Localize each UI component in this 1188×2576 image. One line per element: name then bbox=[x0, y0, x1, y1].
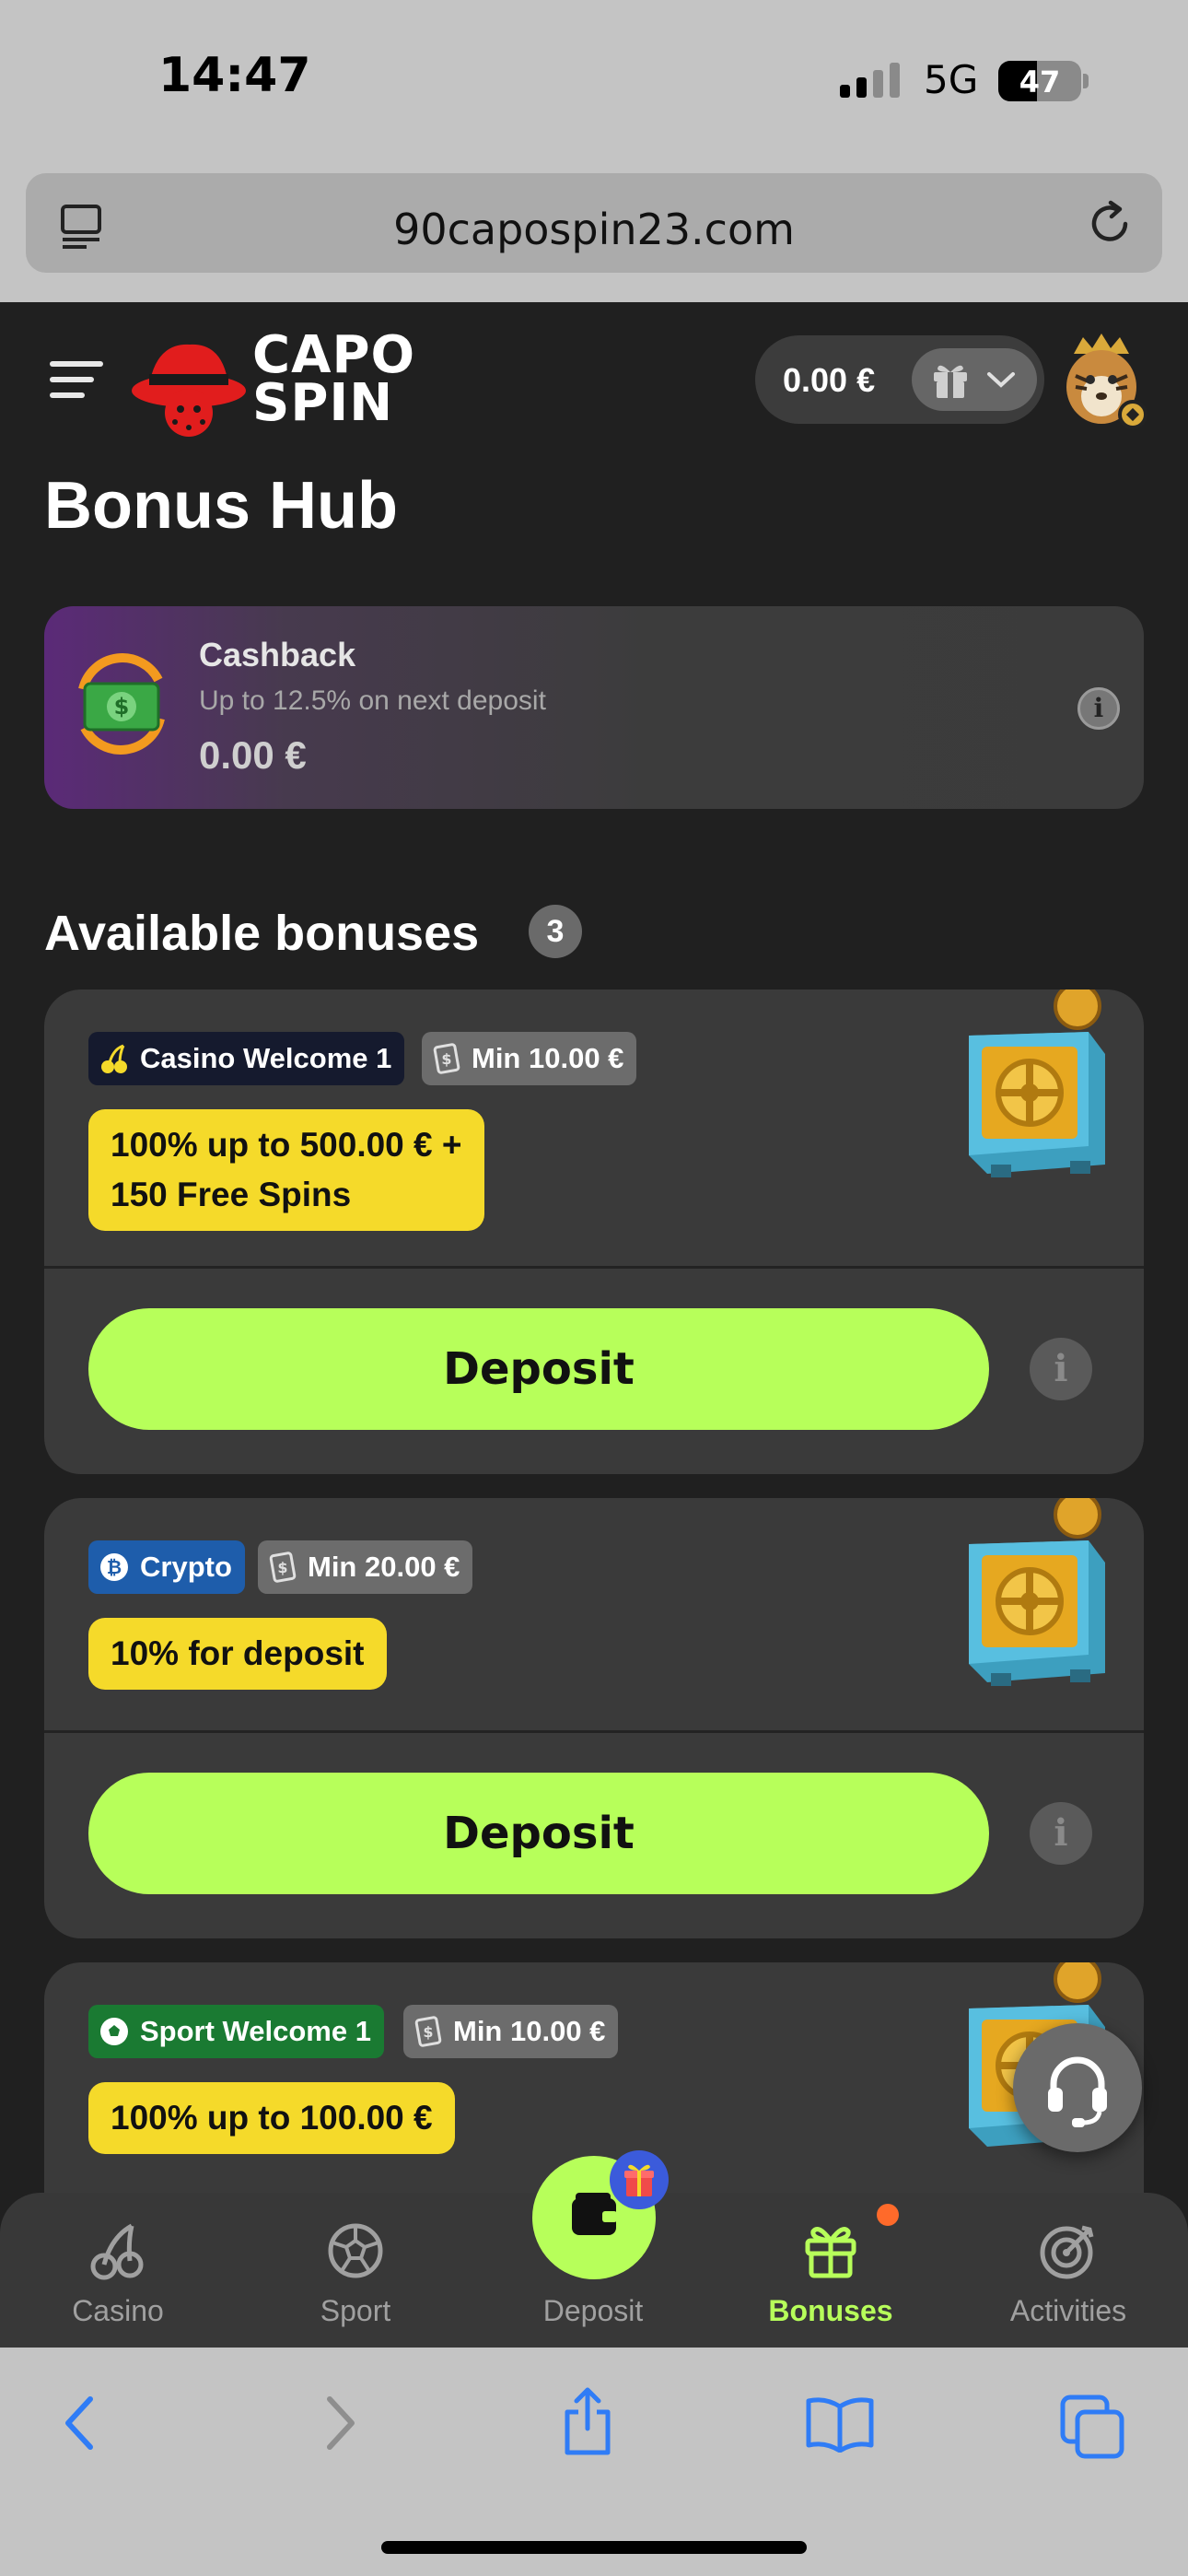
bonuses-notification-dot bbox=[877, 2204, 899, 2226]
bonus-offer: 10% for deposit bbox=[88, 1618, 387, 1690]
page-title: Bonus Hub bbox=[44, 469, 398, 543]
hamburger-menu-icon[interactable] bbox=[50, 361, 103, 408]
cherry-icon bbox=[90, 2223, 144, 2280]
user-avatar[interactable] bbox=[1055, 330, 1147, 431]
bonus-card-casino-welcome: Casino Welcome 1 $ Min 10.00 € 100% up t… bbox=[44, 989, 1144, 1474]
cherry-icon bbox=[98, 1042, 131, 1075]
min-deposit-tag: $ Min 20.00 € bbox=[258, 1540, 473, 1594]
cashback-money-icon: $ bbox=[78, 653, 165, 755]
battery-cap bbox=[1083, 74, 1089, 88]
nav-label: Casino bbox=[72, 2294, 164, 2327]
min-deposit-tag: $ Min 10.00 € bbox=[422, 1032, 637, 1085]
bookmarks-icon[interactable] bbox=[803, 2394, 877, 2453]
bonus-offer-line1: 100% up to 100.00 € bbox=[111, 2099, 433, 2137]
money-icon: $ bbox=[267, 1551, 298, 1584]
app-header: CAPO SPIN 0.00 € bbox=[0, 302, 1188, 459]
svg-text:$: $ bbox=[277, 1559, 287, 1576]
bonus-category-tag: Sport Welcome 1 bbox=[88, 2005, 384, 2058]
tiger-avatar-icon bbox=[1066, 334, 1147, 429]
nav-label: Activities bbox=[1009, 2294, 1127, 2327]
target-icon bbox=[1040, 2225, 1094, 2279]
money-icon: $ bbox=[413, 2015, 444, 2048]
bonus-dropdown-button[interactable] bbox=[912, 348, 1037, 411]
bitcoin-icon: ₿ bbox=[98, 1551, 131, 1584]
treasure-safe-icon bbox=[969, 1498, 1105, 1686]
nav-item-bonuses[interactable]: Bonuses bbox=[729, 2219, 932, 2328]
support-chat-button[interactable] bbox=[1013, 2023, 1142, 2152]
bonus-category-tag: ₿ Crypto bbox=[88, 1540, 245, 1594]
gift-box-badge bbox=[610, 2150, 669, 2209]
deposit-button[interactable]: Deposit bbox=[88, 1308, 989, 1430]
cashback-subtitle: Up to 12.5% on next deposit bbox=[199, 685, 546, 716]
forward-icon[interactable] bbox=[317, 2394, 363, 2453]
gift-icon bbox=[934, 365, 967, 398]
balance-pill[interactable]: 0.00 € bbox=[755, 335, 1044, 424]
logo-text: CAPO SPIN bbox=[252, 330, 415, 433]
headset-icon bbox=[1048, 2056, 1107, 2127]
chevron-down-icon bbox=[987, 372, 1015, 388]
min-deposit-tag: $ Min 10.00 € bbox=[403, 2005, 619, 2058]
card-divider bbox=[44, 1266, 1144, 1269]
cashback-title: Cashback bbox=[199, 636, 356, 673]
back-icon[interactable] bbox=[57, 2394, 103, 2453]
share-icon[interactable] bbox=[558, 2384, 617, 2458]
nav-label: Bonuses bbox=[768, 2294, 893, 2327]
cashback-info-icon[interactable]: i bbox=[1077, 687, 1120, 730]
reload-icon[interactable] bbox=[1085, 199, 1135, 249]
svg-text:₿: ₿ bbox=[107, 1556, 122, 1578]
cashback-card[interactable]: $ Cashback Up to 12.5% on next deposit 0… bbox=[44, 606, 1144, 809]
bonus-card-crypto: ₿ Crypto $ Min 20.00 € 10% for deposit D… bbox=[44, 1498, 1144, 1938]
treasure-safe-icon bbox=[969, 989, 1105, 1177]
gift-box-icon bbox=[624, 2164, 654, 2196]
bonus-offer-line2: 150 Free Spins bbox=[111, 1176, 352, 1213]
url-field[interactable]: 90capospin23.com bbox=[26, 173, 1162, 273]
bonus-category-label: Crypto bbox=[140, 1551, 232, 1583]
bonus-category-tag: Casino Welcome 1 bbox=[88, 1032, 405, 1085]
svg-text:$: $ bbox=[423, 2023, 433, 2041]
nav-label: Deposit bbox=[542, 2294, 644, 2327]
logo-line-spin: SPIN bbox=[252, 373, 394, 433]
deposit-button[interactable]: Deposit bbox=[88, 1773, 989, 1894]
nav-item-sport[interactable]: Sport bbox=[254, 2219, 457, 2328]
cashback-amount: 0.00 € bbox=[199, 733, 307, 777]
browser-address-bar: 90capospin23.com bbox=[0, 166, 1188, 302]
network-type: 5G bbox=[924, 57, 979, 102]
bonus-info-icon[interactable]: i bbox=[1030, 1338, 1092, 1400]
battery-level: 47 bbox=[1019, 64, 1061, 100]
soccer-ball-icon bbox=[328, 2223, 383, 2278]
min-deposit-label: Min 10.00 € bbox=[453, 2015, 606, 2047]
bonus-offer: 100% up to 100.00 € bbox=[88, 2082, 455, 2154]
tabs-icon[interactable] bbox=[1059, 2394, 1127, 2462]
url-text: 90capospin23.com bbox=[393, 205, 795, 254]
bonus-offer-line1: 10% for deposit bbox=[111, 1634, 365, 1672]
balance-amount: 0.00 € bbox=[783, 361, 876, 399]
min-deposit-label: Min 10.00 € bbox=[472, 1042, 624, 1074]
svg-text:$: $ bbox=[441, 1050, 451, 1068]
nav-label: Sport bbox=[320, 2294, 391, 2327]
status-time: 14:47 bbox=[158, 48, 311, 103]
home-indicator[interactable] bbox=[381, 2541, 807, 2554]
bonus-info-icon[interactable]: i bbox=[1030, 1802, 1092, 1865]
bonus-offer-line1: 100% up to 500.00 € + bbox=[111, 1126, 462, 1164]
fedora-hat-icon bbox=[132, 344, 246, 437]
card-divider bbox=[44, 1730, 1144, 1733]
capospin-logo[interactable]: CAPO SPIN bbox=[129, 330, 442, 442]
battery-icon: 47 bbox=[998, 61, 1081, 101]
svg-text:$: $ bbox=[114, 694, 130, 720]
nav-item-activities[interactable]: Activities bbox=[967, 2219, 1170, 2328]
bonus-count-badge: 3 bbox=[529, 905, 582, 958]
bonus-category-label: Casino Welcome 1 bbox=[140, 1042, 392, 1074]
bonus-category-label: Sport Welcome 1 bbox=[140, 2015, 371, 2047]
money-icon: $ bbox=[431, 1042, 462, 1075]
soccer-ball-icon bbox=[98, 2015, 131, 2048]
available-bonuses-title: Available bonuses bbox=[44, 906, 480, 961]
min-deposit-label: Min 20.00 € bbox=[308, 1551, 460, 1583]
nav-item-casino[interactable]: Casino bbox=[17, 2219, 219, 2328]
ios-status-bar: 14:47 5G 47 bbox=[0, 0, 1188, 166]
cellular-signal-icon bbox=[840, 61, 900, 98]
bonus-offer: 100% up to 500.00 € + 150 Free Spins bbox=[88, 1109, 484, 1231]
gift-icon bbox=[805, 2227, 856, 2278]
